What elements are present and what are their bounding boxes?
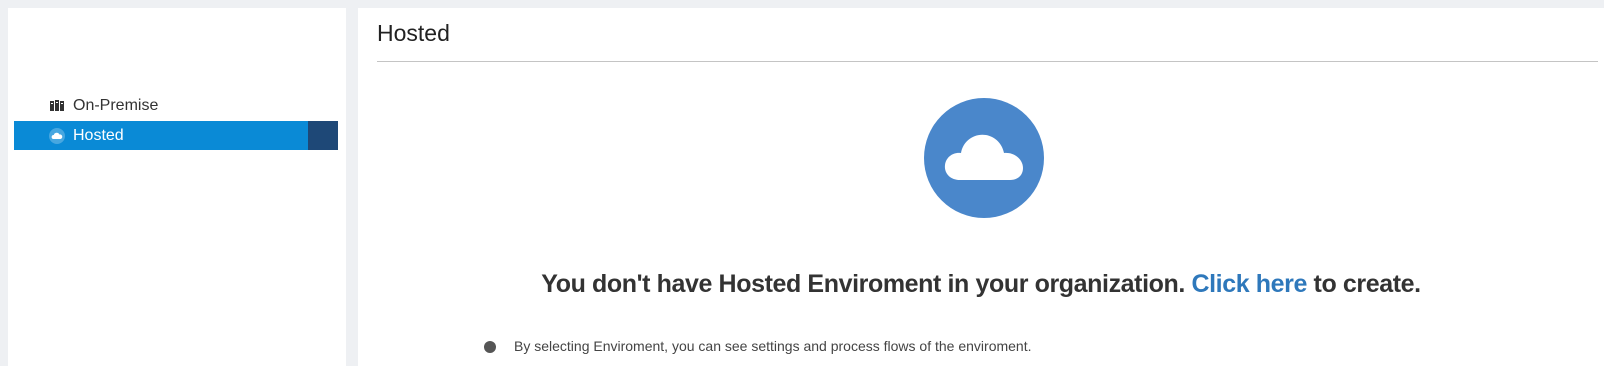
page-title: Hosted [377,20,450,46]
active-item-marker [308,121,338,150]
sidebar-item-hosted[interactable]: Hosted [14,121,338,150]
bullet-icon [484,341,496,353]
server-stack-icon [49,98,65,114]
create-link[interactable]: Click here [1191,270,1307,298]
empty-state-text-end: to create. [1307,270,1422,298]
empty-state-message: You don't have Hosted Enviroment in your… [358,270,1604,299]
app-root: On-Premise Hosted Hosted You don't have … [0,0,1604,366]
cloud-icon [49,127,65,144]
sidebar-item-on-premise[interactable]: On-Premise [14,91,338,120]
sidebar-item-label: On-Premise [73,96,159,114]
empty-state-text: You don't have Hosted Enviroment in your… [541,270,1192,298]
hint-row: By selecting Enviroment, you can see set… [484,338,1032,354]
sidebar-item-label: Hosted [73,126,124,144]
hint-text: By selecting Enviroment, you can see set… [514,338,1032,354]
title-divider [377,61,1598,62]
main-panel: Hosted You don't have Hosted Enviroment … [358,8,1604,366]
cloud-icon [924,98,1044,218]
sidebar: On-Premise Hosted [8,8,346,366]
